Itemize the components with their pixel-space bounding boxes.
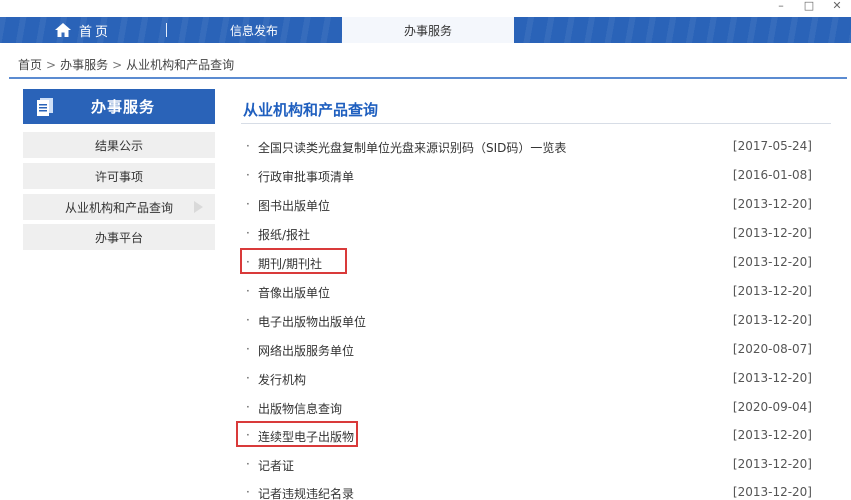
list-item[interactable]: · 记者证 [2013-12-20] bbox=[246, 457, 812, 475]
breadcrumb-current: 从业机构和产品查询 bbox=[126, 58, 235, 72]
sidebar-title: 办事服务 bbox=[91, 98, 156, 116]
list-item-date: [2013-12-20] bbox=[732, 485, 812, 499]
list-item-date: [2013-12-20] bbox=[732, 371, 812, 385]
title-divider bbox=[241, 123, 831, 124]
list-item-date: [2017-05-24] bbox=[732, 139, 812, 153]
list-item[interactable]: · 发行机构 [2013-12-20] bbox=[246, 371, 812, 389]
list-item-date: [2020-09-04] bbox=[732, 400, 812, 414]
list-item[interactable]: · 记者违规违纪名录 [2013-12-20] bbox=[246, 485, 812, 500]
sidebar-item-org-query[interactable]: 从业机构和产品查询 bbox=[23, 194, 215, 220]
list-item-date: [2016-01-08] bbox=[732, 168, 812, 182]
list-bullet: · bbox=[246, 197, 250, 211]
list-item-date: [2013-12-20] bbox=[732, 457, 812, 471]
list-item-link[interactable]: 全国只读类光盘复制单位光盘来源识别码（SID码）一览表 bbox=[258, 139, 566, 156]
sidebar-item-permits[interactable]: 许可事项 bbox=[23, 163, 215, 189]
sidebar-item-results[interactable]: 结果公示 bbox=[23, 132, 215, 158]
sidebar-header: 办事服务 bbox=[23, 89, 215, 124]
breadcrumb-separator: > bbox=[112, 58, 123, 72]
highlight-box-serial-electronic bbox=[236, 421, 358, 447]
list-item[interactable]: · 出版物信息查询 [2020-09-04] bbox=[246, 400, 812, 418]
minimize-button[interactable]: – bbox=[767, 0, 795, 12]
list-item-date: [2020-08-07] bbox=[732, 342, 812, 356]
breadcrumb-home[interactable]: 首页 bbox=[18, 58, 42, 72]
sidebar-item-label: 许可事项 bbox=[94, 169, 143, 184]
document-icon bbox=[37, 97, 53, 116]
list-item[interactable]: · 电子出版物出版单位 [2013-12-20] bbox=[246, 313, 812, 331]
list-bullet: · bbox=[246, 284, 250, 298]
list-item[interactable]: · 图书出版单位 [2013-12-20] bbox=[246, 197, 812, 215]
list-item-link[interactable]: 音像出版单位 bbox=[258, 284, 330, 301]
list-bullet: · bbox=[246, 139, 250, 153]
list-bullet: · bbox=[246, 226, 250, 240]
list-item-link[interactable]: 行政审批事项清单 bbox=[258, 168, 354, 185]
list-item-date: [2013-12-20] bbox=[732, 226, 812, 240]
list-item-date: [2013-12-20] bbox=[732, 284, 812, 298]
maximize-button[interactable]: □ bbox=[795, 0, 823, 12]
nav-home-link[interactable]: 首页 bbox=[55, 17, 111, 43]
breadcrumb-divider bbox=[9, 77, 847, 79]
top-nav: 首页 信息发布 办事服务 bbox=[0, 17, 851, 43]
list-bullet: · bbox=[246, 168, 250, 182]
nav-item-services[interactable]: 办事服务 bbox=[342, 17, 514, 43]
sidebar-item-service-platform[interactable]: 办事平台 bbox=[23, 224, 215, 250]
list-item[interactable]: · 网络出版服务单位 [2020-08-07] bbox=[246, 342, 812, 360]
breadcrumb: 首页 > 办事服务 > 从业机构和产品查询 bbox=[18, 56, 238, 73]
list-bullet: · bbox=[246, 400, 250, 414]
list-bullet: · bbox=[246, 485, 250, 499]
breadcrumb-separator: > bbox=[46, 58, 57, 72]
breadcrumb-services[interactable]: 办事服务 bbox=[60, 58, 108, 72]
list-item[interactable]: · 报纸/报社 [2013-12-20] bbox=[246, 226, 812, 244]
sidebar-item-label: 办事平台 bbox=[94, 230, 143, 245]
list-item-date: [2013-12-20] bbox=[732, 255, 812, 269]
page-title: 从业机构和产品查询 bbox=[243, 101, 379, 119]
list-bullet: · bbox=[246, 313, 250, 327]
list-item-link[interactable]: 记者违规违纪名录 bbox=[258, 485, 354, 500]
list-item[interactable]: · 全国只读类光盘复制单位光盘来源识别码（SID码）一览表 [2017-05-24] bbox=[246, 139, 812, 157]
sidebar-item-label: 结果公示 bbox=[94, 138, 143, 153]
list-bullet: · bbox=[246, 342, 250, 356]
list-item-link[interactable]: 记者证 bbox=[258, 457, 294, 474]
sidebar-item-label: 从业机构和产品查询 bbox=[64, 200, 173, 215]
list-item-date: [2013-12-20] bbox=[732, 428, 812, 442]
list-item[interactable]: · 行政审批事项清单 [2016-01-08] bbox=[246, 168, 812, 186]
list-item-link[interactable]: 网络出版服务单位 bbox=[258, 342, 354, 359]
close-button[interactable]: ✕ bbox=[823, 0, 851, 12]
list-item-link[interactable]: 图书出版单位 bbox=[258, 197, 330, 214]
list-bullet: · bbox=[246, 457, 250, 471]
highlight-box-periodicals bbox=[240, 248, 347, 274]
nav-item-info-release[interactable]: 信息发布 bbox=[195, 17, 313, 43]
window-controls: – □ ✕ bbox=[767, 0, 851, 12]
list-item-date: [2013-12-20] bbox=[732, 197, 812, 211]
list-item-date: [2013-12-20] bbox=[732, 313, 812, 327]
nav-home-label: 首页 bbox=[79, 24, 112, 40]
home-icon bbox=[55, 23, 71, 37]
chevron-right-icon bbox=[194, 201, 203, 213]
nav-divider bbox=[166, 23, 167, 37]
list-item-link[interactable]: 出版物信息查询 bbox=[258, 400, 342, 417]
list-item-link[interactable]: 电子出版物出版单位 bbox=[258, 313, 366, 330]
list-item-link[interactable]: 发行机构 bbox=[258, 371, 306, 388]
list-item-link[interactable]: 报纸/报社 bbox=[258, 226, 310, 243]
list-item[interactable]: · 音像出版单位 [2013-12-20] bbox=[246, 284, 812, 302]
list-bullet: · bbox=[246, 371, 250, 385]
